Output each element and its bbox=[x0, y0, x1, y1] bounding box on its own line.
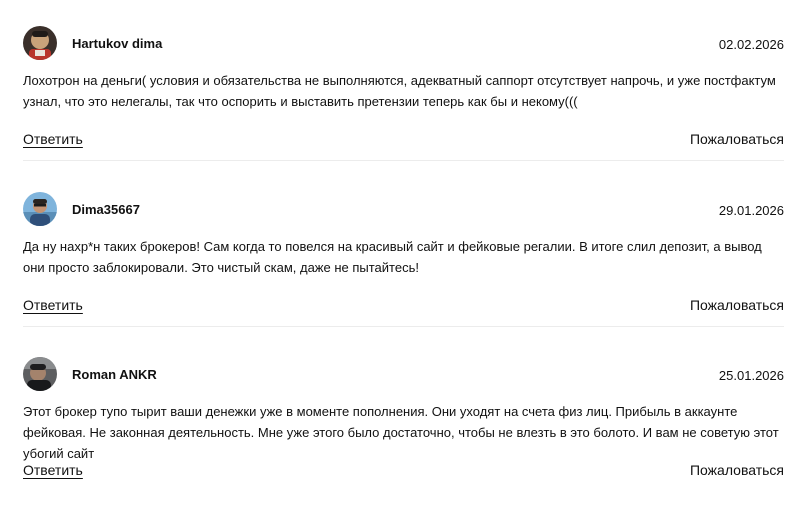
report-link[interactable]: Пожаловаться bbox=[690, 130, 784, 148]
review-actions: Ответить Пожаловаться bbox=[23, 130, 784, 150]
review-header: Dima35667 29.01.2026 bbox=[23, 192, 784, 227]
user-avatar-photo-icon bbox=[23, 357, 57, 391]
report-link[interactable]: Пожаловаться bbox=[690, 296, 784, 314]
review-date: 29.01.2026 bbox=[718, 203, 784, 218]
review-author: Hartukov dima bbox=[72, 36, 163, 51]
avatar bbox=[23, 357, 57, 391]
review-item: Hartukov dima 02.02.2026 Лохотрон на ден… bbox=[23, 26, 784, 176]
avatar bbox=[23, 192, 57, 226]
user-avatar-photo-icon bbox=[23, 26, 57, 60]
review-item: Roman ANKR 25.01.2026 Этот брокер тупо т… bbox=[23, 357, 784, 507]
review-text: Этот брокер тупо тырит ваши денежки уже … bbox=[23, 404, 779, 461]
review-text: Лохотрон на деньги( условия и обязательс… bbox=[23, 73, 776, 109]
reply-link[interactable]: Ответить bbox=[23, 296, 83, 314]
review-date: 02.02.2026 bbox=[718, 37, 784, 52]
avatar bbox=[23, 26, 57, 60]
reply-link[interactable]: Ответить bbox=[23, 130, 83, 148]
review-header: Roman ANKR 25.01.2026 bbox=[23, 357, 784, 392]
review-author: Dima35667 bbox=[72, 202, 140, 217]
user-avatar-photo-icon bbox=[23, 192, 57, 226]
review-date: 25.01.2026 bbox=[718, 368, 784, 383]
review-item: Dima35667 29.01.2026 Да ну нахр*н таких … bbox=[23, 192, 784, 342]
report-link[interactable]: Пожаловаться bbox=[690, 461, 784, 479]
review-text: Да ну нахр*н таких брокеров! Сам когда т… bbox=[23, 239, 762, 275]
reply-link[interactable]: Ответить bbox=[23, 461, 83, 479]
review-divider bbox=[23, 160, 784, 161]
review-actions: Ответить Пожаловаться bbox=[23, 461, 784, 481]
review-divider bbox=[23, 326, 784, 327]
review-author: Roman ANKR bbox=[72, 367, 157, 382]
review-header: Hartukov dima 02.02.2026 bbox=[23, 26, 784, 61]
reviews-list: Hartukov dima 02.02.2026 Лохотрон на ден… bbox=[0, 0, 800, 490]
review-actions: Ответить Пожаловаться bbox=[23, 296, 784, 316]
